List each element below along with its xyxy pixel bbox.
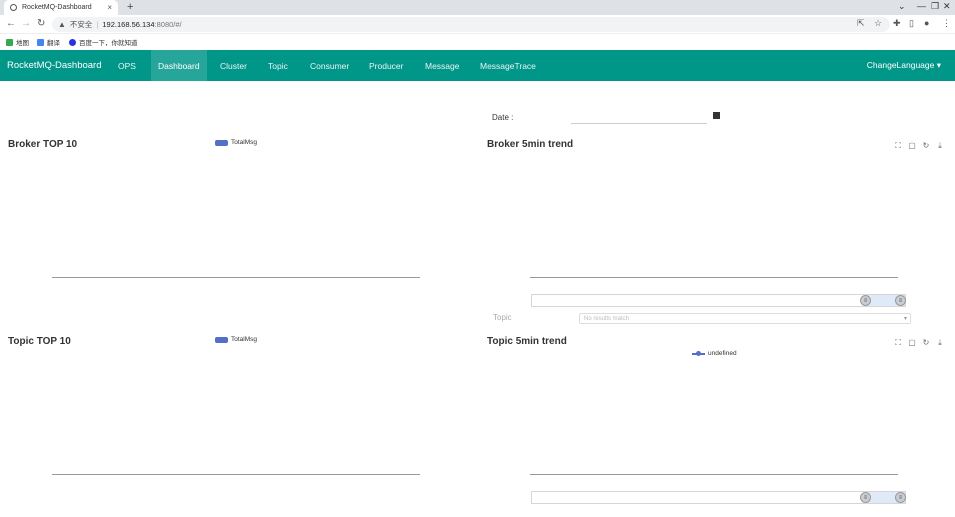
legend-swatch <box>215 336 228 343</box>
nav-dashboard[interactable]: Dashboard <box>151 50 207 81</box>
broker-trend-title: Broker 5min trend <box>487 139 574 150</box>
legend-label: TotalMsg <box>231 336 258 343</box>
nav-cluster[interactable]: Cluster <box>213 50 254 81</box>
bookmark-label: 地图 <box>16 40 29 47</box>
zoom-icon[interactable]: ⛶ <box>894 338 902 348</box>
topic-trend-toolbox: ⛶ ▢ ↻ ⤓ <box>894 338 944 348</box>
address-bar-row: ← → ↻ ▲ 不安全 | 192.168.56.134 :8080/#/ ⇱ … <box>0 15 955 34</box>
datazoom-left-handle[interactable]: ≡ <box>860 492 871 503</box>
url-input[interactable]: ▲ 不安全 | 192.168.56.134 :8080/#/ <box>52 17 890 32</box>
tab-title: RocketMQ-Dashboard <box>22 4 92 11</box>
brand-title[interactable]: RocketMQ-Dashboard <box>7 60 102 71</box>
topic-trend-title: Topic 5min trend <box>487 336 567 347</box>
forward-icon[interactable]: → <box>21 18 31 29</box>
nav-topic[interactable]: Topic <box>261 50 295 81</box>
nav-producer[interactable]: Producer <box>362 50 411 81</box>
broker-top10-x-axis <box>52 277 420 278</box>
app-navbar: RocketMQ-Dashboard OPS Dashboard Cluster… <box>0 50 955 81</box>
bookmark-map[interactable]: 地图 <box>6 37 29 47</box>
browser-tab-strip: RocketMQ-Dashboard × + ⌄ — ❐ ✕ <box>0 0 955 15</box>
star-icon[interactable]: ☆ <box>874 18 882 29</box>
minimize-button[interactable]: — <box>917 1 926 11</box>
bookmark-label: 百度一下，你就知道 <box>79 40 138 47</box>
sidepanel-icon[interactable]: ▯ <box>909 18 914 29</box>
legend-swatch <box>215 139 228 146</box>
broker-top10-legend[interactable]: TotalMsg <box>215 139 257 146</box>
back-icon[interactable]: ← <box>6 18 16 29</box>
new-tab-button[interactable]: + <box>127 1 133 13</box>
topic-select-placeholder: No results match <box>584 315 630 322</box>
topic-top10-legend[interactable]: TotalMsg <box>215 336 257 343</box>
profile-icon[interactable]: ● <box>924 18 929 28</box>
legend-line-marker <box>692 350 705 356</box>
zoom-reset-icon[interactable]: ▢ <box>908 338 916 348</box>
bookmark-label: 翻译 <box>47 40 60 47</box>
url-host: 192.168.56.134 <box>102 20 155 29</box>
chevron-down-icon: ▾ <box>903 316 907 322</box>
nav-consumer[interactable]: Consumer <box>303 50 356 81</box>
maximize-button[interactable]: ❐ <box>931 1 939 12</box>
baidu-paw-icon <box>69 38 76 46</box>
topic-label: Topic <box>493 313 512 322</box>
extensions-icon[interactable]: ✚ <box>893 18 901 29</box>
restore-icon[interactable]: ↻ <box>922 338 930 348</box>
datazoom-right-handle[interactable]: ≡ <box>895 492 906 503</box>
divider: | <box>96 20 99 29</box>
close-tab-icon[interactable]: × <box>107 3 112 12</box>
url-path: :8080/#/ <box>154 20 182 29</box>
insecure-label: 不安全 <box>69 20 93 29</box>
broker-top10-title: Broker TOP 10 <box>8 139 78 150</box>
topic-trend-x-axis <box>530 474 898 475</box>
legend-label: TotalMsg <box>231 139 258 146</box>
bookmarks-bar: 地图 翻译 百度一下，你就知道 <box>0 34 955 49</box>
menu-icon[interactable]: ⋮ <box>942 18 951 29</box>
calendar-icon[interactable] <box>713 112 720 119</box>
zoom-icon[interactable]: ⛶ <box>894 141 902 151</box>
tab-search-icon[interactable]: ⌄ <box>898 1 906 12</box>
change-language-dropdown[interactable]: ChangeLanguage ▾ <box>867 60 941 71</box>
warning-icon: ▲ <box>58 20 66 29</box>
share-icon[interactable]: ⇱ <box>857 18 865 29</box>
reload-icon[interactable]: ↻ <box>37 18 45 29</box>
date-label: Date : <box>492 113 514 122</box>
broker-trend-datazoom[interactable]: ≡ ≡ <box>531 294 906 307</box>
datazoom-right-handle[interactable]: ≡ <box>895 295 906 306</box>
datazoom-left-handle[interactable]: ≡ <box>860 295 871 306</box>
topic-top10-title: Topic TOP 10 <box>8 336 71 347</box>
topic-trend-legend[interactable]: undefined <box>692 350 737 357</box>
download-icon[interactable]: ⤓ <box>936 338 944 348</box>
globe-icon <box>10 4 17 11</box>
broker-trend-x-axis <box>530 277 898 278</box>
nav-message[interactable]: Message <box>418 50 467 81</box>
nav-ops[interactable]: OPS <box>111 50 143 81</box>
legend-label: undefined <box>708 350 737 357</box>
topic-select[interactable]: No results match ▾ <box>579 313 911 324</box>
bookmark-baidu[interactable]: 百度一下，你就知道 <box>69 37 138 47</box>
bookmark-translate[interactable]: 翻译 <box>37 37 60 47</box>
translate-icon <box>37 38 44 46</box>
topic-trend-datazoom[interactable]: ≡ ≡ <box>531 491 906 504</box>
nav-messagetrace[interactable]: MessageTrace <box>473 50 543 81</box>
restore-icon[interactable]: ↻ <box>922 141 930 151</box>
browser-tab[interactable]: RocketMQ-Dashboard × <box>4 0 118 15</box>
topic-top10-x-axis <box>52 474 420 475</box>
download-icon[interactable]: ⤓ <box>936 141 944 151</box>
close-window-button[interactable]: ✕ <box>943 1 951 12</box>
map-icon <box>6 38 13 46</box>
zoom-reset-icon[interactable]: ▢ <box>908 141 916 151</box>
date-input[interactable] <box>571 108 707 124</box>
broker-trend-toolbox: ⛶ ▢ ↻ ⤓ <box>894 141 944 151</box>
